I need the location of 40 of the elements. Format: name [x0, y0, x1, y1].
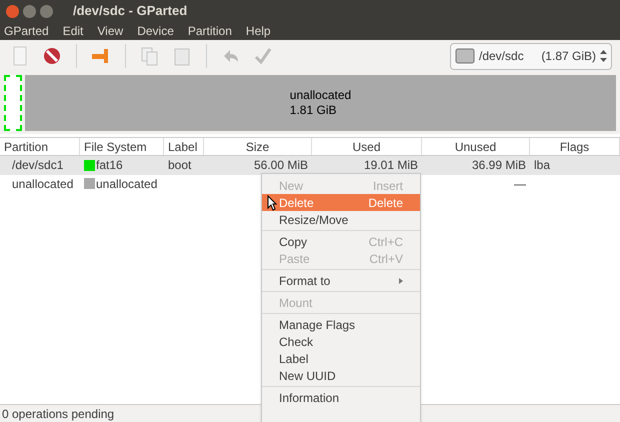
context-menu-item[interactable]: Check — [262, 333, 420, 350]
drive-icon — [455, 47, 475, 65]
table-cell[interactable]: 56.00 MiB — [204, 156, 312, 174]
delete-icon[interactable] — [41, 45, 63, 67]
column-header[interactable]: Unused — [422, 138, 530, 155]
status-text: 0 operations pending — [2, 406, 114, 422]
menu-item[interactable]: View — [97, 22, 124, 40]
menu-item[interactable]: GParted — [4, 22, 49, 40]
disk-map-label: unallocated 1.81 GiB — [290, 88, 352, 118]
context-menu-item[interactable]: Information — [262, 389, 420, 406]
context-menu-item[interactable]: New UUID — [262, 367, 420, 384]
menu-item[interactable]: Partition — [188, 22, 232, 40]
column-header[interactable]: Used — [312, 138, 422, 155]
context-menu-item[interactable]: Resize/Move — [262, 211, 420, 228]
column-header[interactable]: File System — [80, 138, 164, 155]
column-header[interactable]: Flags — [530, 138, 620, 155]
column-header[interactable]: Label — [164, 138, 204, 155]
table-cell[interactable]: 36.99 MiB — [422, 156, 530, 174]
table-cell[interactable]: lba — [530, 156, 620, 174]
window-title: /dev/sdc - GParted — [73, 2, 188, 20]
context-menu-item[interactable]: Copy Ctrl+C — [262, 233, 420, 250]
maximize-icon[interactable] — [40, 4, 53, 18]
table-cell[interactable]: /dev/sdc1 — [0, 156, 80, 174]
partition-block[interactable] — [4, 75, 22, 131]
context-menu-item[interactable]: Format to — [262, 272, 420, 289]
close-icon[interactable] — [6, 4, 19, 18]
column-header[interactable]: Partition — [0, 138, 80, 155]
context-menu-item[interactable]: Label — [262, 350, 420, 367]
table-cell[interactable]: fat16 — [96, 156, 164, 174]
context-menu-item[interactable]: Manage Flags — [262, 316, 420, 333]
menu-item[interactable]: Edit — [62, 22, 84, 40]
spinner-icon — [600, 49, 607, 63]
minimize-icon[interactable] — [23, 4, 36, 18]
device-selector[interactable]: /dev/sdc (1.87 GiB) — [450, 42, 612, 70]
unallocated-block[interactable]: unallocated 1.81 GiB — [25, 75, 616, 131]
mouse-pointer-icon — [267, 194, 277, 210]
column-header[interactable]: Size — [204, 138, 312, 155]
table-cell[interactable]: boot — [164, 156, 204, 174]
menu-item[interactable]: Device — [137, 22, 174, 40]
menu-item[interactable]: Help — [246, 22, 271, 40]
